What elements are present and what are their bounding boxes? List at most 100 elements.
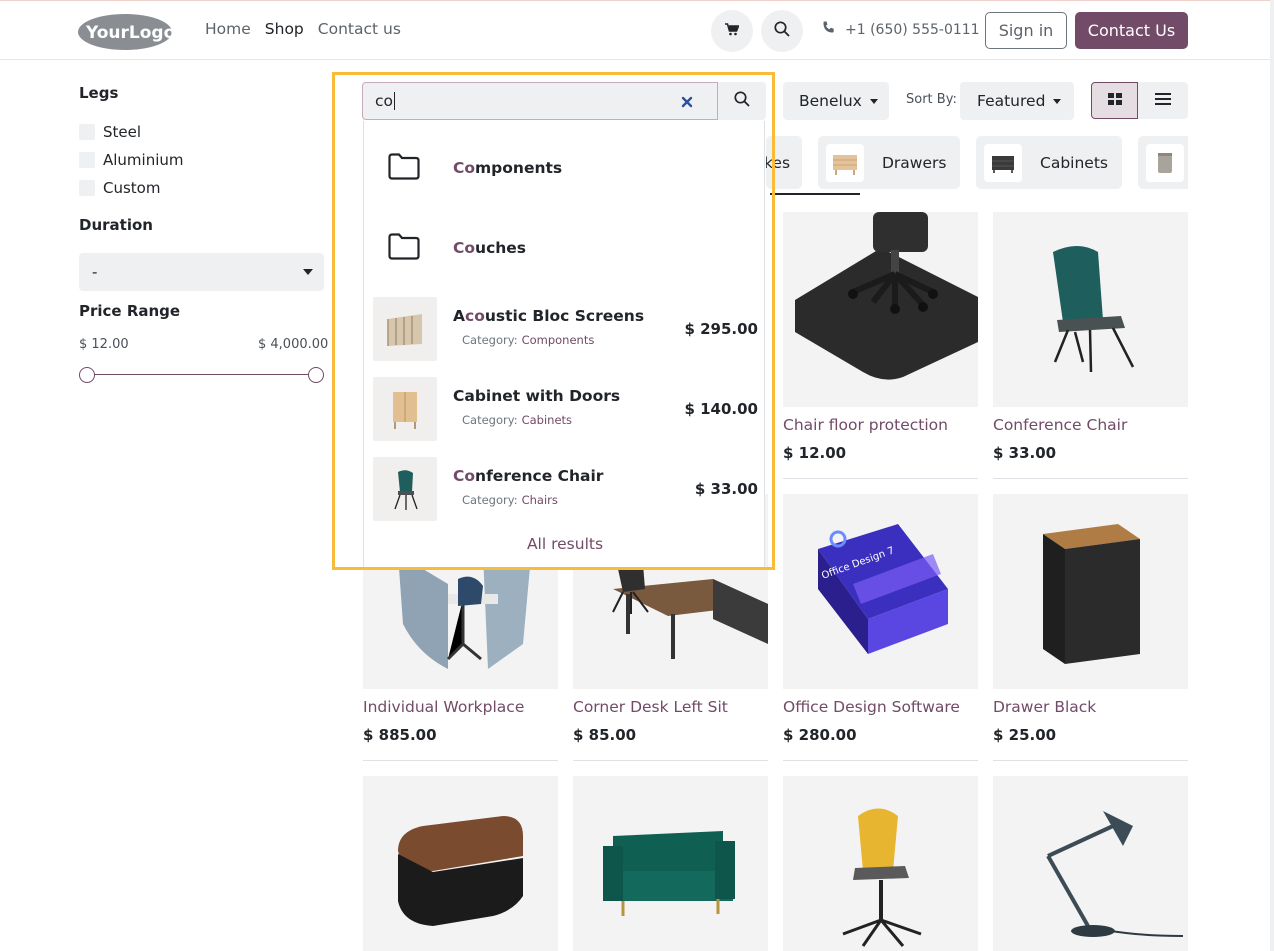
sort-by-label: Sort By: (906, 92, 957, 107)
product-card[interactable] (363, 776, 558, 951)
nav-contact-us[interactable]: Contact us (318, 20, 401, 38)
product-name[interactable]: Individual Workplace (363, 698, 558, 716)
close-icon[interactable] (681, 94, 693, 112)
product-name[interactable]: Office Design Software (783, 698, 978, 716)
phone-icon (822, 21, 835, 38)
product-name[interactable]: Chair floor protection (783, 416, 978, 434)
category-label: kes (766, 153, 791, 172)
price-slider-min-handle[interactable] (79, 367, 95, 383)
pricelist-value: Benelux (799, 92, 862, 110)
filter-custom[interactable]: Custom (79, 174, 324, 202)
filter-aluminium[interactable]: Aluminium (79, 146, 324, 174)
search-input-value: co (375, 92, 394, 110)
card-divider (993, 760, 1188, 761)
product-card[interactable] (993, 776, 1188, 951)
phone-number: +1 (650) 555-0111 (845, 21, 980, 38)
nav-shop[interactable]: Shop (265, 20, 304, 38)
sign-in-button[interactable]: Sign in (985, 12, 1067, 49)
suggestion-product-price: $ 33.00 (694, 480, 758, 498)
product-image[interactable] (783, 212, 978, 407)
cabinet-thumbnail (984, 143, 1022, 182)
site-logo[interactable]: YourLogo (78, 13, 173, 51)
suggestion-product[interactable]: Acoustic Bloc Screens Category: Component… (364, 281, 766, 361)
product-card[interactable]: Chair floor protection $ 12.00 (783, 212, 978, 479)
product-card[interactable]: Office Design 7 Office Design Software $… (783, 494, 978, 761)
suggestion-label: Components (453, 159, 563, 177)
product-image[interactable] (993, 776, 1188, 951)
bin-thumbnail (1146, 143, 1184, 182)
contact-us-button[interactable]: Contact Us (1075, 12, 1188, 49)
all-results-link[interactable]: All results (364, 535, 766, 553)
product-price: $ 25.00 (993, 726, 1057, 744)
phone-link[interactable]: +1 (650) 555-0111 (822, 21, 980, 38)
category-tab-drawers[interactable]: Drawers (818, 136, 960, 189)
suggestion-product-price: $ 295.00 (684, 320, 758, 338)
product-price: $ 33.00 (993, 444, 1057, 462)
category-link[interactable]: Components (522, 333, 595, 347)
product-name[interactable]: Corner Desk Left Sit (573, 698, 768, 716)
suggestion-product-name: Cabinet with Doors (453, 387, 621, 405)
scrollbar-track[interactable] (1270, 0, 1274, 951)
header-search-button[interactable] (761, 10, 803, 52)
product-price: $ 280.00 (783, 726, 857, 744)
suggestion-category[interactable]: Components (364, 128, 766, 208)
product-name[interactable]: Drawer Black (993, 698, 1188, 716)
legs-filter-title: Legs (79, 84, 119, 102)
list-icon (1155, 92, 1171, 109)
list-view-button[interactable] (1138, 82, 1188, 119)
suggestion-product[interactable]: Cabinet with Doors Category: Cabinets $ 1… (364, 361, 766, 441)
suggestion-category[interactable]: Couches (364, 208, 766, 288)
product-thumbnail (373, 297, 437, 361)
checkbox[interactable] (79, 124, 95, 140)
product-image[interactable]: Office Design 7 (783, 494, 978, 689)
card-divider (573, 760, 768, 761)
suggestion-label: Couches (453, 239, 527, 257)
duration-filter-title: Duration (79, 216, 153, 234)
product-name[interactable]: Conference Chair (993, 416, 1188, 434)
product-image[interactable] (993, 494, 1188, 689)
category-tab-cabinets[interactable]: Cabinets (976, 136, 1122, 189)
price-slider-track[interactable] (87, 374, 316, 375)
category-link[interactable]: Cabinets (522, 413, 572, 427)
category-label: Cabinets (1040, 153, 1108, 172)
product-price: $ 85.00 (573, 726, 637, 744)
product-card[interactable] (573, 776, 768, 951)
chevron-down-icon (303, 269, 313, 275)
grid-icon (1107, 92, 1122, 109)
category-tab-partial-right[interactable] (1138, 136, 1188, 189)
price-slider-max-handle[interactable] (308, 367, 324, 383)
product-image[interactable] (573, 776, 768, 951)
suggestion-product-name: Acoustic Bloc Screens (453, 307, 645, 325)
nav-home[interactable]: Home (205, 20, 251, 38)
svg-text:YourLogo: YourLogo (85, 23, 173, 43)
product-image[interactable] (993, 212, 1188, 407)
product-card[interactable] (783, 776, 978, 951)
drawer-thumbnail (826, 143, 864, 182)
product-image[interactable] (783, 776, 978, 951)
search-input[interactable]: co (362, 82, 718, 120)
product-price: $ 12.00 (783, 444, 847, 462)
search-icon (774, 21, 790, 41)
folder-icon (388, 152, 420, 184)
suggestion-product-category: Category: Chairs (462, 493, 558, 507)
search-submit-button[interactable] (718, 82, 766, 120)
category-link[interactable]: Chairs (522, 493, 558, 507)
product-card[interactable]: Drawer Black $ 25.00 (993, 494, 1188, 761)
checkbox[interactable] (79, 180, 95, 196)
duration-select[interactable]: - (79, 253, 324, 291)
sort-dropdown[interactable]: Featured (960, 82, 1074, 120)
grid-view-button[interactable] (1091, 82, 1138, 119)
suggestion-product[interactable]: Conference Chair Category: Chairs $ 33.00 (364, 441, 766, 521)
product-price: $ 885.00 (363, 726, 437, 744)
pricelist-dropdown[interactable]: Benelux (783, 82, 889, 120)
category-tab-partial[interactable]: kes (766, 136, 802, 189)
suggestion-product-category: Category: Components (462, 333, 595, 347)
suggestion-product-category: Category: Cabinets (462, 413, 573, 427)
product-card[interactable]: Conference Chair $ 33.00 (993, 212, 1188, 479)
filter-steel[interactable]: Steel (79, 118, 324, 146)
text-cursor (394, 92, 396, 110)
checkbox[interactable] (79, 152, 95, 168)
product-image[interactable] (363, 776, 558, 951)
search-autocomplete-dropdown: Components Couches Acoustic Bloc Screens… (363, 121, 765, 570)
cart-button[interactable] (711, 10, 753, 52)
